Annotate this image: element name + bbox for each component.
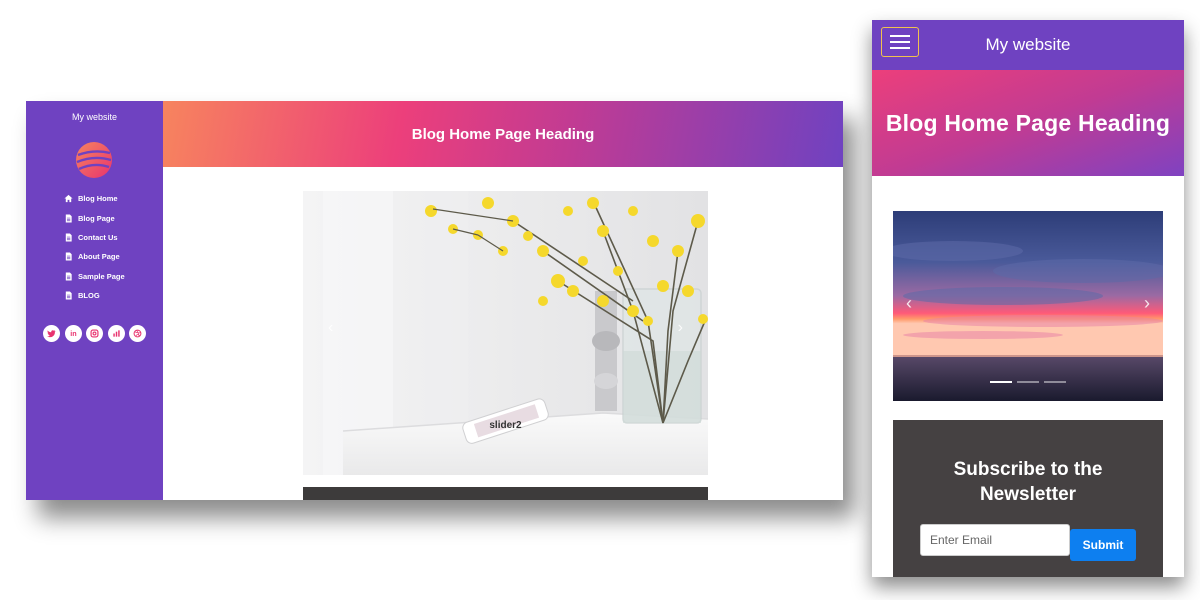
slider-prev-arrow[interactable]: ‹ xyxy=(328,319,333,337)
mobile-mockup: My website Blog Home Page Heading ‹ › Su… xyxy=(872,20,1184,577)
analytics-button[interactable] xyxy=(107,325,125,342)
nav-item-about-page[interactable]: About Page xyxy=(64,247,125,266)
email-field[interactable] xyxy=(920,524,1070,556)
desktop-mockup: My website Blog Home Blog Page Contact U… xyxy=(26,101,843,500)
dribbble-icon xyxy=(133,329,142,338)
analytics-icon xyxy=(112,330,120,337)
newsletter-section: Subscribe to the Newsletter Submit xyxy=(893,420,1163,577)
dribbble-button[interactable] xyxy=(129,325,146,342)
page-header: Blog Home Page Heading xyxy=(872,70,1184,176)
sidebar: My website Blog Home Blog Page Contact U… xyxy=(26,101,163,500)
instagram-button[interactable] xyxy=(86,325,103,342)
slider-prev-arrow[interactable]: ‹ xyxy=(906,293,912,314)
twitter-icon xyxy=(47,330,56,338)
file-icon xyxy=(65,214,72,223)
instagram-icon xyxy=(90,329,99,338)
page-title: Blog Home Page Heading xyxy=(411,125,595,143)
image-slider[interactable]: ‹ › slider2 xyxy=(303,191,708,475)
slider-indicator-1[interactable] xyxy=(990,381,1012,383)
linkedin-button[interactable]: in xyxy=(64,325,82,342)
slider-next-arrow[interactable]: › xyxy=(1144,293,1150,314)
nav-item-contact-us[interactable]: Contact Us xyxy=(64,228,125,247)
sidebar-nav: Blog Home Blog Page Contact Us About Pag… xyxy=(64,189,125,305)
submit-button[interactable]: Submit xyxy=(1070,529,1136,561)
file-icon xyxy=(65,272,72,281)
slider-indicators xyxy=(893,381,1163,383)
nav-item-label: BLOG xyxy=(78,291,100,301)
slider-indicator-2[interactable] xyxy=(1017,381,1039,383)
file-icon xyxy=(65,233,72,242)
linkedin-icon: in xyxy=(70,329,76,338)
slide-image xyxy=(303,191,708,475)
nav-item-label: Sample Page xyxy=(78,271,125,281)
sunset-slide-image xyxy=(893,211,1163,401)
newsletter-section-partial xyxy=(303,487,708,500)
site-title[interactable]: My website xyxy=(26,112,163,122)
slider-next-arrow[interactable]: › xyxy=(678,319,683,337)
slide-caption: slider2 xyxy=(489,420,522,431)
slider-indicator-3[interactable] xyxy=(1044,381,1066,383)
site-title[interactable]: My website xyxy=(872,35,1184,55)
file-icon xyxy=(65,252,72,261)
nav-item-label: Blog Home xyxy=(78,194,118,204)
nav-item-blog-page[interactable]: Blog Page xyxy=(64,208,125,227)
newsletter-title: Subscribe to the Newsletter xyxy=(953,459,1103,505)
twitter-button[interactable] xyxy=(43,325,60,342)
nav-item-label: About Page xyxy=(78,252,120,262)
nav-item-label: Contact Us xyxy=(78,232,118,242)
nav-item-label: Blog Page xyxy=(78,213,115,223)
page-header: Blog Home Page Heading xyxy=(163,101,843,167)
nav-item-blog[interactable]: BLOG xyxy=(64,286,125,305)
nav-item-blog-home[interactable]: Blog Home xyxy=(64,189,125,208)
nav-item-sample-page[interactable]: Sample Page xyxy=(64,267,125,286)
page-title: Blog Home Page Heading xyxy=(885,109,1171,136)
globe-logo-icon[interactable] xyxy=(75,141,113,179)
file-icon xyxy=(65,291,72,300)
mobile-topbar: My website xyxy=(872,20,1184,70)
social-links: in xyxy=(43,325,146,342)
image-slider[interactable]: ‹ › xyxy=(893,211,1163,401)
home-icon xyxy=(64,195,73,203)
svg-text:in: in xyxy=(70,329,76,338)
